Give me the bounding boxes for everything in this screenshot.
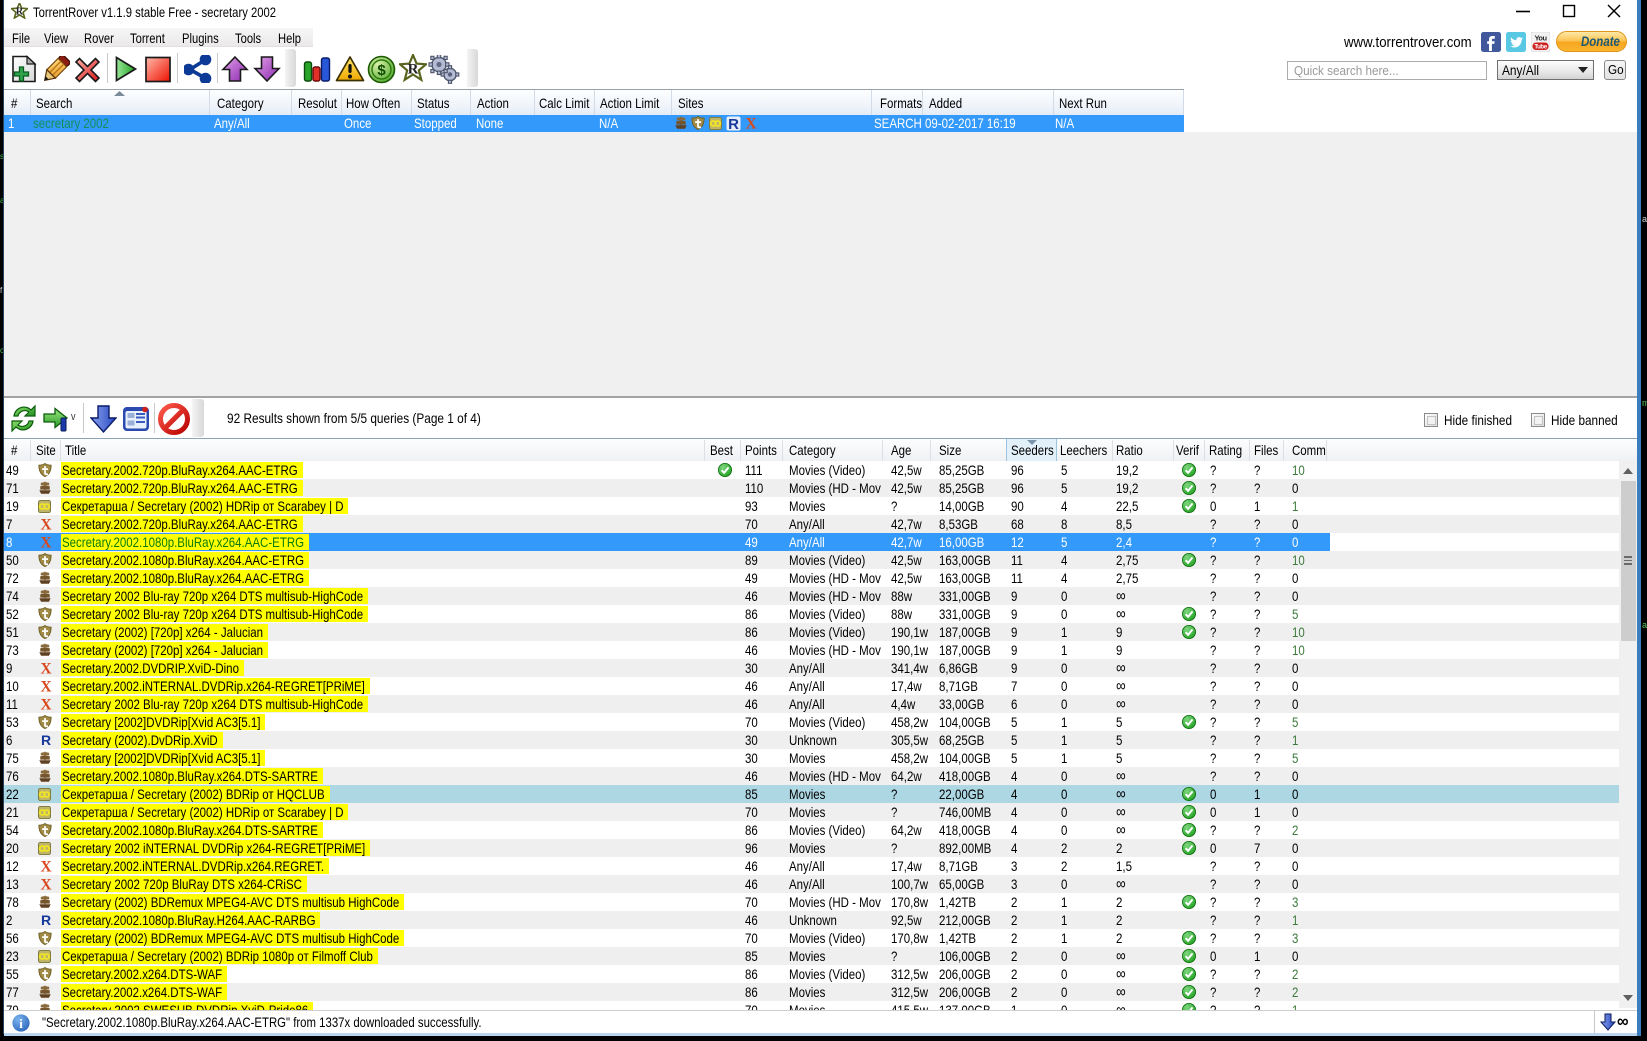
svg-text:X: X [745,116,756,130]
svg-text:X: X [40,535,51,549]
svg-text:Tube: Tube [1534,44,1547,50]
svg-text:R: R [41,913,51,927]
svg-text:R: R [728,116,739,131]
svg-text:$: $ [377,62,386,79]
svg-text:X: X [40,859,51,873]
svg-text:i: i [19,1016,23,1031]
svg-text:X: X [40,661,51,675]
svg-text:X: X [40,697,51,711]
svg-text:R: R [41,733,51,747]
svg-text:R: R [16,7,24,18]
svg-text:You: You [1534,34,1547,43]
svg-text:R: R [408,62,419,78]
svg-text:X: X [40,679,51,693]
svg-text:X: X [40,517,51,531]
svg-text:X: X [40,877,51,891]
